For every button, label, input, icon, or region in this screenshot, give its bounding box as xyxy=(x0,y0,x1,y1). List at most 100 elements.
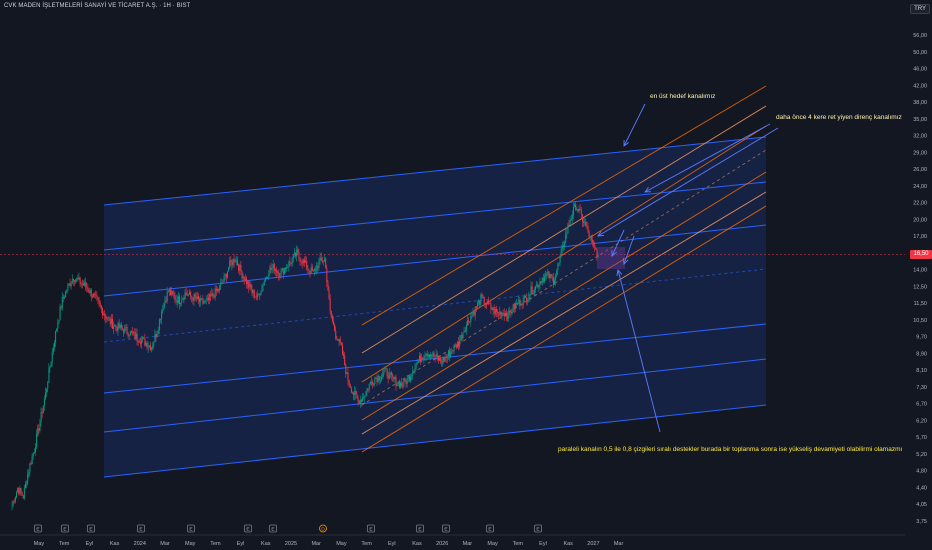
candle-body xyxy=(333,321,335,325)
candle-body xyxy=(555,275,557,281)
candle-body xyxy=(20,488,22,493)
annotation-resistance-channel[interactable]: daha önce 4 kere ret yiyen direnç kanalı… xyxy=(776,114,902,121)
candle-body xyxy=(90,289,92,297)
candle-body xyxy=(561,245,563,250)
last-price-label: 16,50 xyxy=(910,250,932,260)
y-tick-label: 24,00 xyxy=(913,184,927,190)
candle-body xyxy=(146,342,148,348)
candle-body xyxy=(483,296,485,304)
candle-body xyxy=(450,351,452,357)
event-marker-label: E xyxy=(444,527,447,533)
candle-body xyxy=(157,330,159,334)
annotation-top-channel[interactable]: en üst hedef kanalımız xyxy=(650,93,715,100)
candle-body xyxy=(122,327,124,330)
candle-body xyxy=(345,364,347,374)
candle-body xyxy=(242,276,244,278)
candle-body xyxy=(135,333,137,339)
candle-body xyxy=(460,334,462,341)
event-marker-label: E xyxy=(63,527,66,533)
candle-body xyxy=(179,296,181,305)
candle-body xyxy=(219,285,221,291)
candle-body xyxy=(314,268,316,271)
candle-body xyxy=(118,323,120,329)
y-tick-label: 6,70 xyxy=(916,402,927,408)
candle-body xyxy=(211,293,213,297)
candle-body xyxy=(581,214,583,222)
x-tick-label: 2025 xyxy=(285,541,297,547)
x-tick-label: 2026 xyxy=(436,541,448,547)
candle-body xyxy=(299,256,301,262)
candle-body xyxy=(478,300,480,304)
y-tick-label: 26,00 xyxy=(913,167,927,173)
candle-body xyxy=(516,303,518,304)
candle-body xyxy=(525,296,527,298)
event-marker-label: E xyxy=(139,527,142,533)
candle-body xyxy=(203,302,205,304)
candle-body xyxy=(407,376,409,378)
x-tick-label: Tem xyxy=(513,541,524,547)
candle-body xyxy=(510,312,512,314)
candle-body xyxy=(106,318,108,320)
candle-body xyxy=(214,288,216,298)
candle-body xyxy=(71,279,73,284)
candle-body xyxy=(252,290,254,294)
candle-body xyxy=(190,291,192,296)
candle-body xyxy=(412,371,414,376)
candle-body xyxy=(266,276,268,278)
candle-body xyxy=(416,362,418,365)
candle-body xyxy=(96,294,98,298)
candle-body xyxy=(595,247,597,250)
candle-body xyxy=(174,296,176,301)
candle-body xyxy=(406,377,408,385)
candle-body xyxy=(484,303,486,305)
candle-body xyxy=(395,377,397,387)
candle-body xyxy=(237,260,239,266)
candle-body xyxy=(453,344,455,351)
candle-body xyxy=(216,289,218,292)
candle-body xyxy=(297,249,299,253)
candle-body xyxy=(228,267,230,272)
candle-body xyxy=(292,254,294,259)
chart-canvas[interactable]: 56,00 50,00 46,00 42,00 38,00 35,00 32,00 29,00… xyxy=(0,0,932,550)
candle-body xyxy=(452,350,454,352)
candle-body xyxy=(481,294,483,298)
candle-body xyxy=(13,500,15,502)
candle-body xyxy=(448,351,450,357)
candle-body xyxy=(180,302,182,305)
currency-label[interactable]: TRY xyxy=(910,4,930,14)
candle-body xyxy=(195,296,197,299)
y-tick-label: 46,00 xyxy=(913,67,927,73)
candle-body xyxy=(579,209,581,210)
candle-body xyxy=(461,334,463,339)
annotation-support-note[interactable]: paraleli kanalın 0,5 ile 0,8 çizgileri s… xyxy=(558,446,903,453)
y-tick-label: 9,70 xyxy=(916,335,927,341)
candle-body xyxy=(542,277,544,282)
candle-body xyxy=(234,260,236,263)
candle-body xyxy=(148,345,150,347)
candle-body xyxy=(33,451,35,453)
x-tick-label: May xyxy=(185,541,196,547)
candle-body xyxy=(24,483,26,489)
x-tick-label: Eyl xyxy=(539,541,547,547)
candle-body xyxy=(282,268,284,275)
candle-body xyxy=(189,291,191,295)
candle-body xyxy=(556,270,558,276)
candle-body xyxy=(376,378,378,382)
candle-body xyxy=(439,357,441,361)
candle-body xyxy=(154,334,156,342)
candle-body xyxy=(103,314,105,316)
candle-body xyxy=(530,286,532,295)
y-tick-label: 5,20 xyxy=(916,452,927,458)
candle-body xyxy=(359,399,361,405)
candle-body xyxy=(425,353,427,356)
candle-body xyxy=(566,233,568,235)
y-tick-label: 8,10 xyxy=(916,368,927,374)
candle-body xyxy=(35,447,37,452)
candle-body xyxy=(404,379,406,382)
candle-body xyxy=(421,357,423,362)
candle-body xyxy=(127,333,129,337)
candle-body xyxy=(65,291,67,298)
candle-body xyxy=(40,412,42,423)
candle-body xyxy=(528,296,530,300)
candle-body xyxy=(560,249,562,257)
